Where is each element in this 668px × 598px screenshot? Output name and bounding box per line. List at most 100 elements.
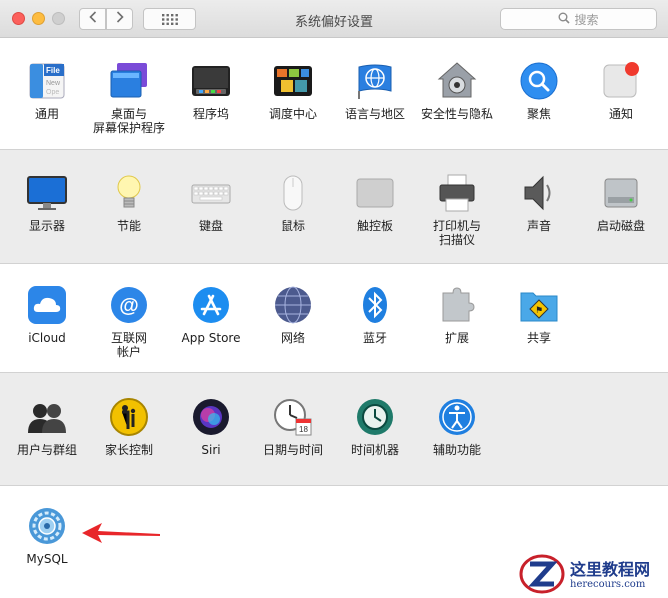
pane-energy-saver[interactable]: 节能 <box>88 173 170 233</box>
pane-network[interactable]: 网络 <box>252 285 334 345</box>
pane-label: 声音 <box>526 219 551 233</box>
pane-dock[interactable]: 程序坞 <box>170 61 252 121</box>
bluetooth-icon <box>355 285 395 325</box>
general-icon: File New Ope <box>27 61 67 101</box>
startup-disk-icon <box>601 173 641 213</box>
app-store-icon <box>191 285 231 325</box>
svg-text:@: @ <box>119 295 139 317</box>
parental-controls-icon <box>109 397 149 437</box>
energy-saver-icon <box>109 173 149 213</box>
svg-text:Ope: Ope <box>46 89 59 96</box>
z-logo-icon <box>518 553 566 598</box>
sound-icon <box>519 173 559 213</box>
svg-text:New: New <box>46 80 61 87</box>
pane-label: 节能 <box>116 219 141 233</box>
internet-accounts-icon: @ <box>109 285 149 325</box>
icloud-icon <box>27 285 67 325</box>
svg-text:File: File <box>46 66 60 75</box>
pane-mysql[interactable]: MySQL <box>6 506 88 566</box>
watermark-title: 这里教程网 <box>570 560 651 579</box>
accessibility-icon <box>437 397 477 437</box>
pane-desktop-screensaver[interactable]: 桌面与 屏幕保护程序 <box>88 61 170 135</box>
pane-internet-accounts[interactable]: @ 互联网 帐户 <box>88 285 170 359</box>
pane-label: Siri <box>201 443 221 457</box>
pane-label: 调度中心 <box>268 107 317 121</box>
pane-spotlight[interactable]: 聚焦 <box>498 61 580 121</box>
language-region-icon <box>355 61 395 101</box>
pane-label: 共享 <box>526 331 551 345</box>
pane-label: 扩展 <box>444 331 469 345</box>
window-titlebar: 系统偏好设置 搜索 <box>0 0 668 38</box>
pane-users-groups[interactable]: 用户与群组 <box>6 397 88 457</box>
trackpad-icon <box>355 173 395 213</box>
pane-label: 语言与地区 <box>344 107 405 121</box>
watermark: 这里教程网 herecours.com <box>518 554 668 598</box>
pane-label: 桌面与 屏幕保护程序 <box>92 107 165 135</box>
pane-trackpad[interactable]: 触控板 <box>334 173 416 233</box>
pane-displays[interactable]: 显示器 <box>6 173 88 233</box>
pane-language-region[interactable]: 语言与地区 <box>334 61 416 121</box>
mission-control-icon <box>273 61 313 101</box>
pane-label: 互联网 帐户 <box>110 331 147 359</box>
displays-icon <box>27 173 67 213</box>
pane-label: 用户与群组 <box>16 443 77 457</box>
search-icon <box>558 12 571 27</box>
pane-label: iCloud <box>28 331 66 345</box>
pane-printers-scanners[interactable]: 打印机与 扫描仪 <box>416 173 498 247</box>
search-placeholder: 搜索 <box>574 12 599 27</box>
pane-label: 日期与时间 <box>262 443 323 457</box>
notifications-icon <box>601 61 641 101</box>
keyboard-icon <box>191 173 231 213</box>
pane-mouse[interactable]: 鼠标 <box>252 173 334 233</box>
pane-label: 触控板 <box>356 219 393 233</box>
pane-parental-controls[interactable]: 家长控制 <box>88 397 170 457</box>
mouse-icon <box>273 173 313 213</box>
pane-label: 键盘 <box>198 219 223 233</box>
pane-label: 通用 <box>34 107 59 121</box>
pane-security-privacy[interactable]: 安全性与隐私 <box>416 61 498 121</box>
pane-date-time[interactable]: 18 日期与时间 <box>252 397 334 457</box>
sharing-icon: ⚑ <box>519 285 559 325</box>
pane-extensions[interactable]: 扩展 <box>416 285 498 345</box>
network-icon <box>273 285 313 325</box>
pane-accessibility[interactable]: 辅助功能 <box>416 397 498 457</box>
pane-label: 网络 <box>280 331 305 345</box>
svg-text:18: 18 <box>299 425 308 434</box>
search-input[interactable]: 搜索 <box>500 8 657 30</box>
pane-sound[interactable]: 声音 <box>498 173 580 233</box>
pane-siri[interactable]: Siri <box>170 397 252 457</box>
pane-label: 家长控制 <box>104 443 153 457</box>
time-machine-icon <box>355 397 395 437</box>
pane-time-machine[interactable]: 时间机器 <box>334 397 416 457</box>
pane-mission-control[interactable]: 调度中心 <box>252 61 334 121</box>
pane-label: 程序坞 <box>192 107 229 121</box>
date-time-icon: 18 <box>273 397 313 437</box>
pane-general[interactable]: File New Ope 通用 <box>6 61 88 121</box>
desktop-screensaver-icon <box>109 61 149 101</box>
pane-label: 安全性与隐私 <box>420 107 493 121</box>
svg-text:⚑: ⚑ <box>535 306 543 316</box>
users-groups-icon <box>27 397 67 437</box>
pane-bluetooth[interactable]: 蓝牙 <box>334 285 416 345</box>
pane-notifications[interactable]: 通知 <box>580 61 662 121</box>
pane-label: 辅助功能 <box>432 443 481 457</box>
siri-icon <box>191 397 231 437</box>
pane-sharing[interactable]: ⚑ 共享 <box>498 285 580 345</box>
pane-label: 鼠标 <box>280 219 305 233</box>
pane-keyboard[interactable]: 键盘 <box>170 173 252 233</box>
pane-label: 打印机与 扫描仪 <box>432 219 481 247</box>
dock-icon <box>191 61 231 101</box>
pane-label: 启动磁盘 <box>596 219 645 233</box>
pane-startup-disk[interactable]: 启动磁盘 <box>580 173 662 233</box>
pane-label: MySQL <box>26 552 68 566</box>
spotlight-icon <box>519 61 559 101</box>
printers-scanners-icon <box>437 173 477 213</box>
pane-app-store[interactable]: App Store <box>170 285 252 345</box>
pane-label: 通知 <box>608 107 633 121</box>
pane-label: 时间机器 <box>350 443 399 457</box>
pane-label: 聚焦 <box>526 107 551 121</box>
pane-icloud[interactable]: iCloud <box>6 285 88 345</box>
security-privacy-icon <box>437 61 477 101</box>
mysql-icon <box>27 506 67 546</box>
pane-label: 显示器 <box>28 219 65 233</box>
